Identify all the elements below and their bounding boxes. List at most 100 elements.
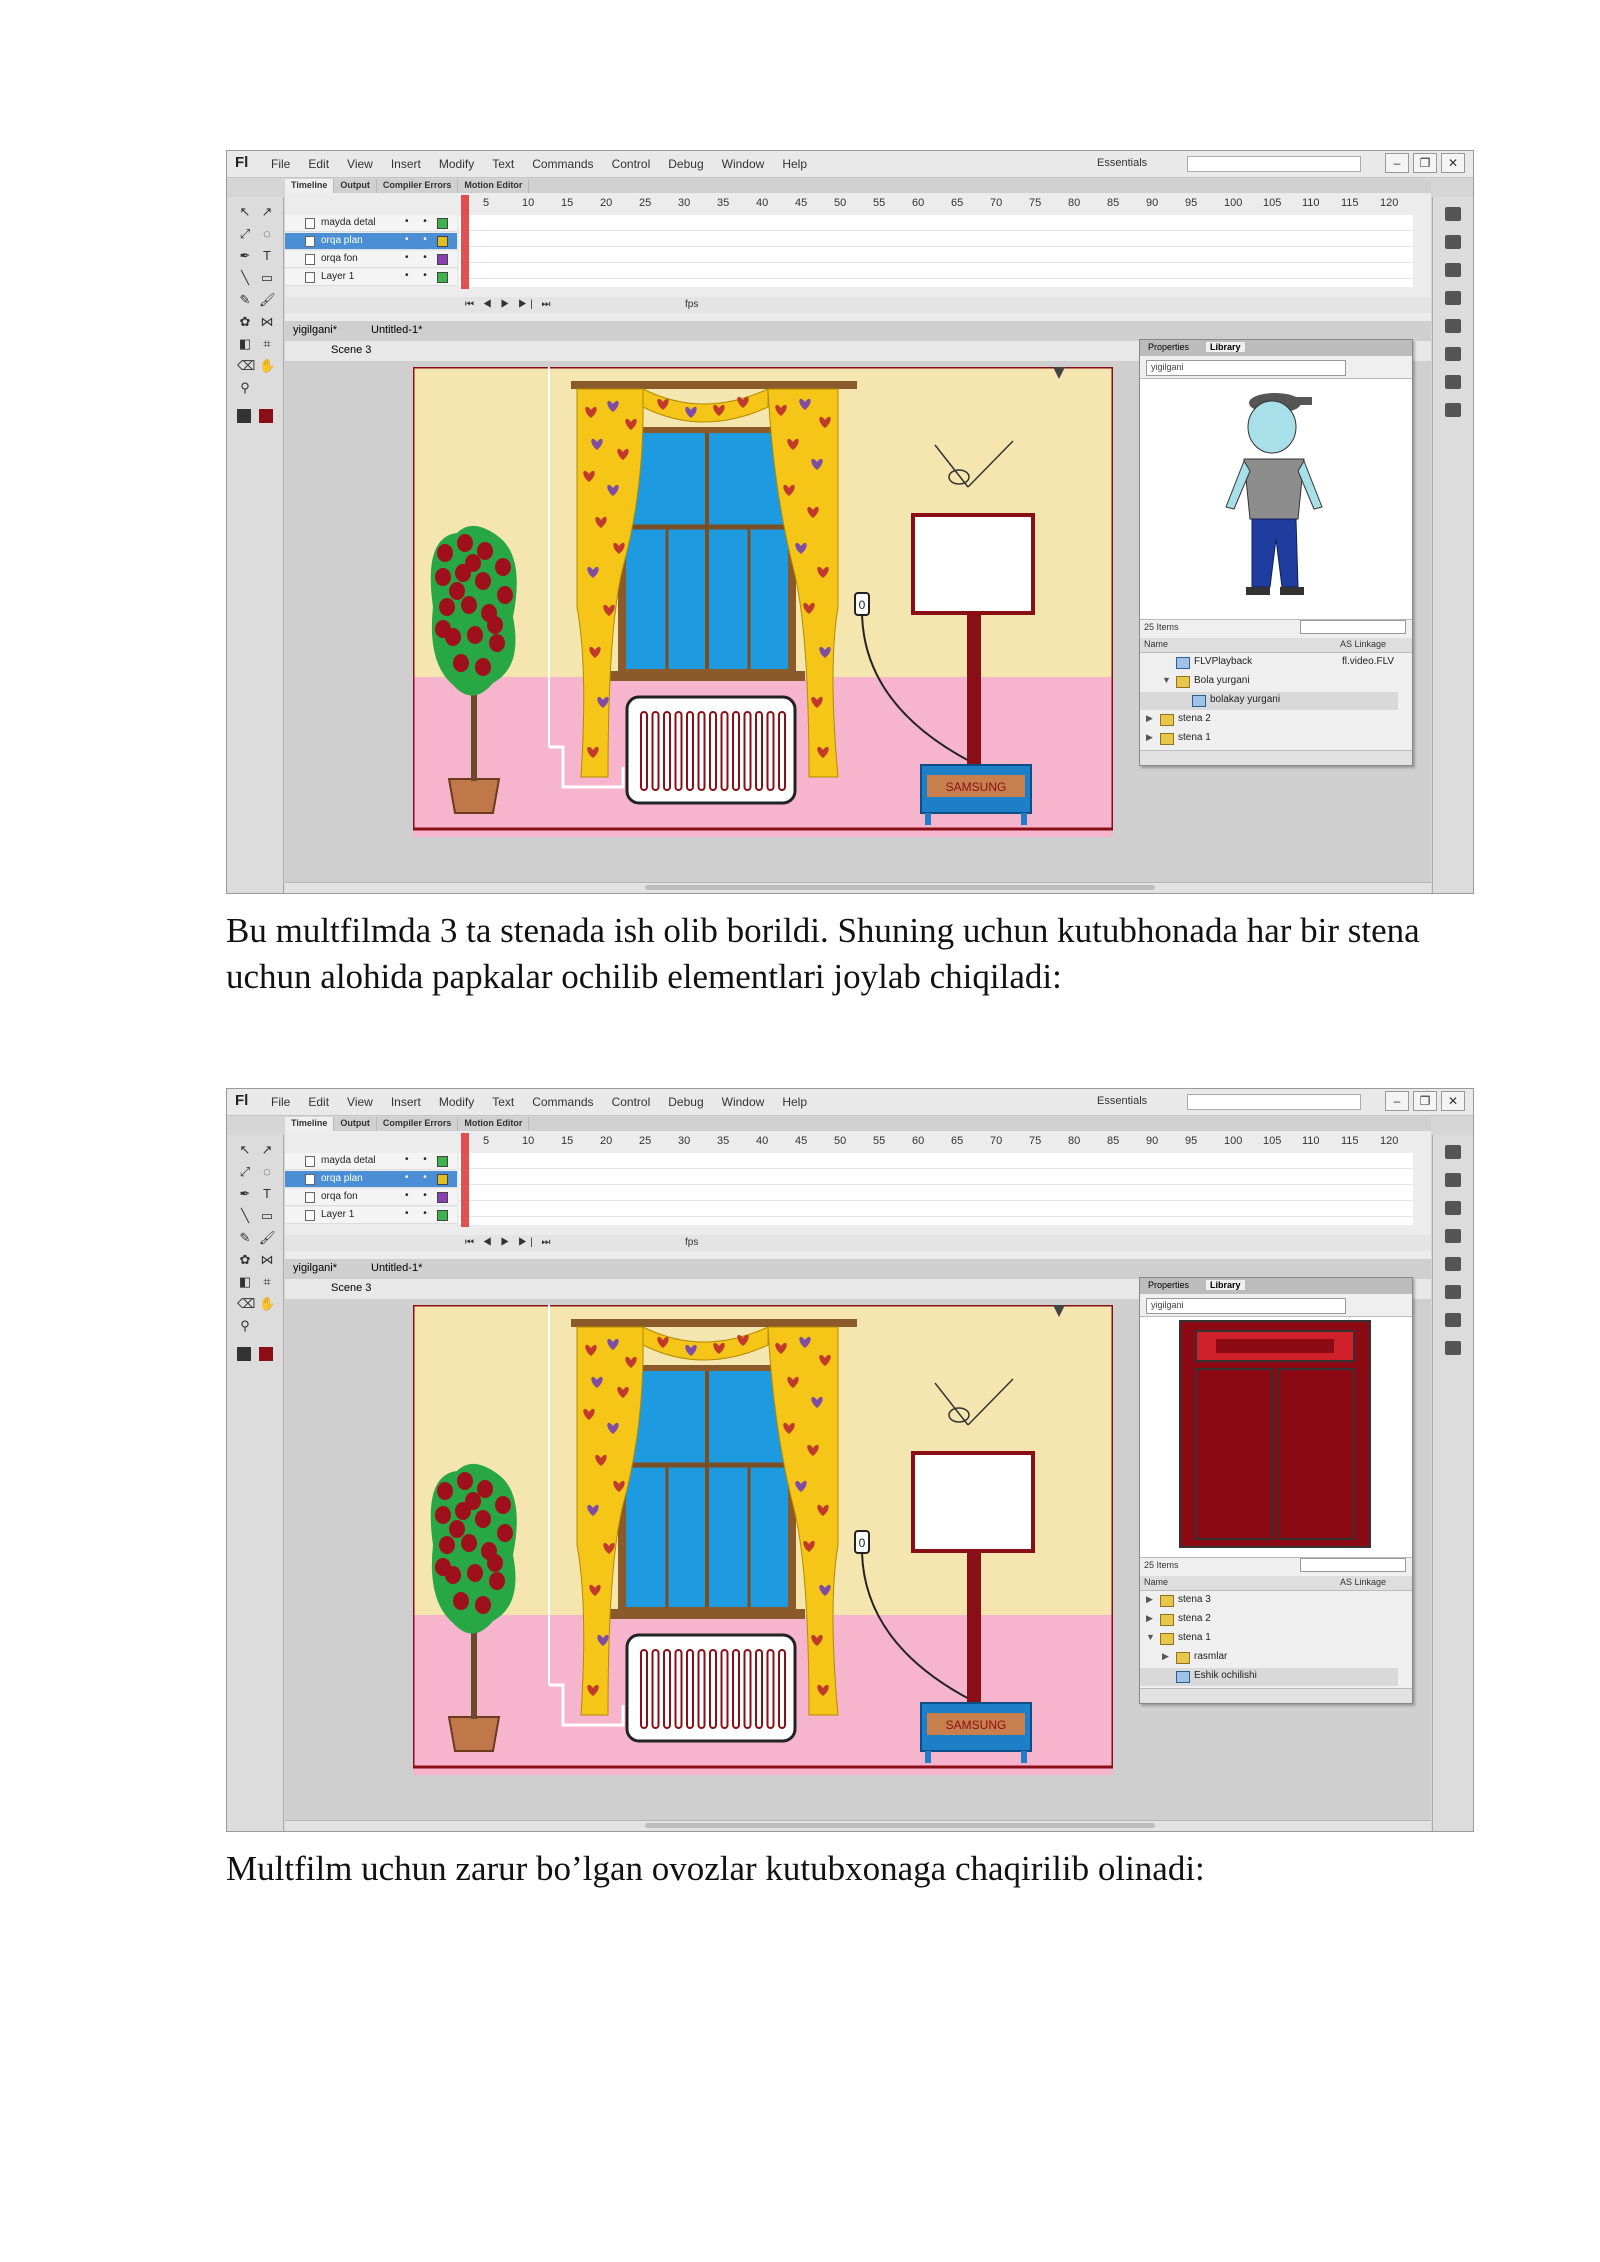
scroll-thumb[interactable] — [645, 885, 1155, 890]
layer-visibility-lock[interactable]: • • — [405, 1190, 433, 1201]
tab-properties[interactable]: Properties — [1144, 1280, 1193, 1290]
frames-grid[interactable] — [459, 215, 1413, 287]
menu-item-edit[interactable]: Edit — [308, 157, 329, 171]
menu-item-control[interactable]: Control — [612, 157, 651, 171]
info-icon[interactable] — [1445, 1229, 1461, 1243]
layer-row[interactable]: orqa plan • • — [285, 1171, 457, 1188]
library-item[interactable]: bolakay yurgani — [1140, 692, 1398, 710]
layer-visibility-lock[interactable]: • • — [405, 1154, 433, 1165]
lasso-tool-icon[interactable]: ◌ — [259, 1165, 275, 1179]
hand-tool-icon[interactable]: ✋ — [259, 1297, 275, 1311]
tab-library[interactable]: Library — [1206, 1280, 1245, 1290]
components-icon[interactable] — [1445, 347, 1461, 361]
expand-down-icon[interactable]: ▼ — [1162, 675, 1171, 685]
tab-properties[interactable]: Properties — [1144, 342, 1193, 352]
free-transform-tool-icon[interactable]: ⤢ — [237, 227, 253, 241]
expand-right-icon[interactable]: ▶ — [1162, 1651, 1169, 1662]
eraser-tool-icon[interactable]: ⌫ — [237, 359, 255, 373]
layer-visibility-lock[interactable]: • • — [405, 1172, 433, 1183]
rectangle-tool-icon[interactable]: ▭ — [259, 271, 275, 285]
layer-visibility-lock[interactable]: • • — [405, 1208, 433, 1219]
line-tool-icon[interactable]: ╲ — [237, 271, 253, 285]
menu-item-modify[interactable]: Modify — [439, 157, 474, 171]
motion-presets-icon[interactable] — [1445, 375, 1461, 389]
column-name[interactable]: Name — [1144, 639, 1168, 649]
layer-visibility-lock[interactable]: • • — [405, 270, 433, 281]
tab-output[interactable]: Output — [334, 1117, 377, 1131]
menu-item-modify[interactable]: Modify — [439, 1095, 474, 1109]
zoom-tool-icon[interactable]: ⚲ — [237, 381, 253, 395]
layer-visibility-lock[interactable]: • • — [405, 252, 433, 263]
pencil-tool-icon[interactable]: ✎ — [237, 293, 253, 307]
zoom-tool-icon[interactable]: ⚲ — [237, 1319, 253, 1333]
library-item[interactable]: ▶ stena 3 — [1140, 1592, 1398, 1610]
help-search-input[interactable] — [1187, 1094, 1361, 1110]
selection-tool-icon[interactable]: ↖ — [237, 1143, 253, 1157]
scroll-thumb[interactable] — [645, 1823, 1155, 1828]
subselection-tool-icon[interactable]: ↗ — [259, 1143, 275, 1157]
document-tab[interactable]: yigilgani* — [293, 1262, 337, 1274]
free-transform-tool-icon[interactable]: ⤢ — [237, 1165, 253, 1179]
library-item[interactable]: ▶ stena 2 — [1140, 711, 1398, 729]
swatches-icon[interactable] — [1445, 235, 1461, 249]
brush-tool-icon[interactable]: 🖌 — [259, 1231, 276, 1245]
minimize-button[interactable]: – — [1385, 1091, 1409, 1111]
rectangle-tool-icon[interactable]: ▭ — [259, 1209, 275, 1223]
swatches-icon[interactable] — [1445, 1173, 1461, 1187]
pen-tool-icon[interactable]: ✒ — [237, 249, 253, 263]
layer-row[interactable]: Layer 1 • • — [285, 269, 457, 286]
library-item[interactable]: ▼ Bola yurgani — [1140, 673, 1398, 691]
transform-icon[interactable] — [1445, 1257, 1461, 1271]
layer-outline-color[interactable] — [437, 218, 448, 229]
stroke-color-swatch[interactable] — [237, 409, 251, 423]
column-linkage[interactable]: AS Linkage — [1340, 639, 1386, 649]
deco-tool-icon[interactable]: ✿ — [237, 315, 253, 329]
text-tool-icon[interactable]: T — [259, 1187, 275, 1201]
lasso-tool-icon[interactable]: ◌ — [259, 227, 275, 241]
document-tab[interactable]: Untitled-1* — [371, 1262, 422, 1274]
help-search-input[interactable] — [1187, 156, 1361, 172]
subselection-tool-icon[interactable]: ↗ — [259, 205, 275, 219]
minimize-button[interactable]: – — [1385, 153, 1409, 173]
tab-motion-editor[interactable]: Motion Editor — [458, 1117, 530, 1131]
layer-row[interactable]: mayda detal • • — [285, 215, 457, 232]
layer-outline-color[interactable] — [437, 1192, 448, 1203]
bone-tool-icon[interactable]: ⋈ — [259, 1253, 275, 1267]
playback-controls[interactable]: ⏮ ◀ ▶ ▶| ⏭ — [465, 299, 553, 310]
tab-timeline[interactable]: Timeline — [285, 1117, 335, 1131]
menu-item-window[interactable]: Window — [722, 1095, 765, 1109]
color-panel-icon[interactable] — [1445, 207, 1461, 221]
library-item[interactable]: ▶ rasmlar — [1140, 1649, 1398, 1667]
align-icon[interactable] — [1445, 263, 1461, 277]
maximize-button[interactable]: ❐ — [1413, 1091, 1437, 1111]
layer-row[interactable]: mayda detal • • — [285, 1153, 457, 1170]
layer-outline-color[interactable] — [437, 236, 448, 247]
layer-outline-color[interactable] — [437, 1174, 448, 1185]
menu-item-commands[interactable]: Commands — [532, 157, 593, 171]
paint-bucket-tool-icon[interactable]: ◧ — [237, 1275, 253, 1289]
column-name[interactable]: Name — [1144, 1577, 1168, 1587]
close-button[interactable]: ✕ — [1441, 1091, 1465, 1111]
color-panel-icon[interactable] — [1445, 1145, 1461, 1159]
menu-item-file[interactable]: File — [271, 157, 290, 171]
menu-item-help[interactable]: Help — [782, 1095, 807, 1109]
tab-compiler-errors[interactable]: Compiler Errors — [377, 179, 459, 193]
close-button[interactable]: ✕ — [1441, 153, 1465, 173]
library-document-select[interactable]: yigilgani — [1146, 1298, 1346, 1314]
layer-outline-color[interactable] — [437, 272, 448, 283]
expand-right-icon[interactable]: ▶ — [1146, 732, 1153, 743]
expand-right-icon[interactable]: ▶ — [1146, 713, 1153, 724]
menu-item-debug[interactable]: Debug — [668, 1095, 703, 1109]
motion-presets-icon[interactable] — [1445, 1313, 1461, 1327]
bone-tool-icon[interactable]: ⋈ — [259, 315, 275, 329]
menu-item-text[interactable]: Text — [492, 1095, 514, 1109]
fill-color-swatch[interactable] — [259, 409, 273, 423]
deco-tool-icon[interactable]: ✿ — [237, 1253, 253, 1267]
column-linkage[interactable]: AS Linkage — [1340, 1577, 1386, 1587]
library-item[interactable]: ▼ stena 1 — [1140, 1630, 1398, 1648]
document-tab[interactable]: Untitled-1* — [371, 324, 422, 336]
stroke-color-swatch[interactable] — [237, 1347, 251, 1361]
tab-compiler-errors[interactable]: Compiler Errors — [377, 1117, 459, 1131]
align-icon[interactable] — [1445, 1201, 1461, 1215]
brush-tool-icon[interactable]: 🖌 — [259, 293, 276, 307]
